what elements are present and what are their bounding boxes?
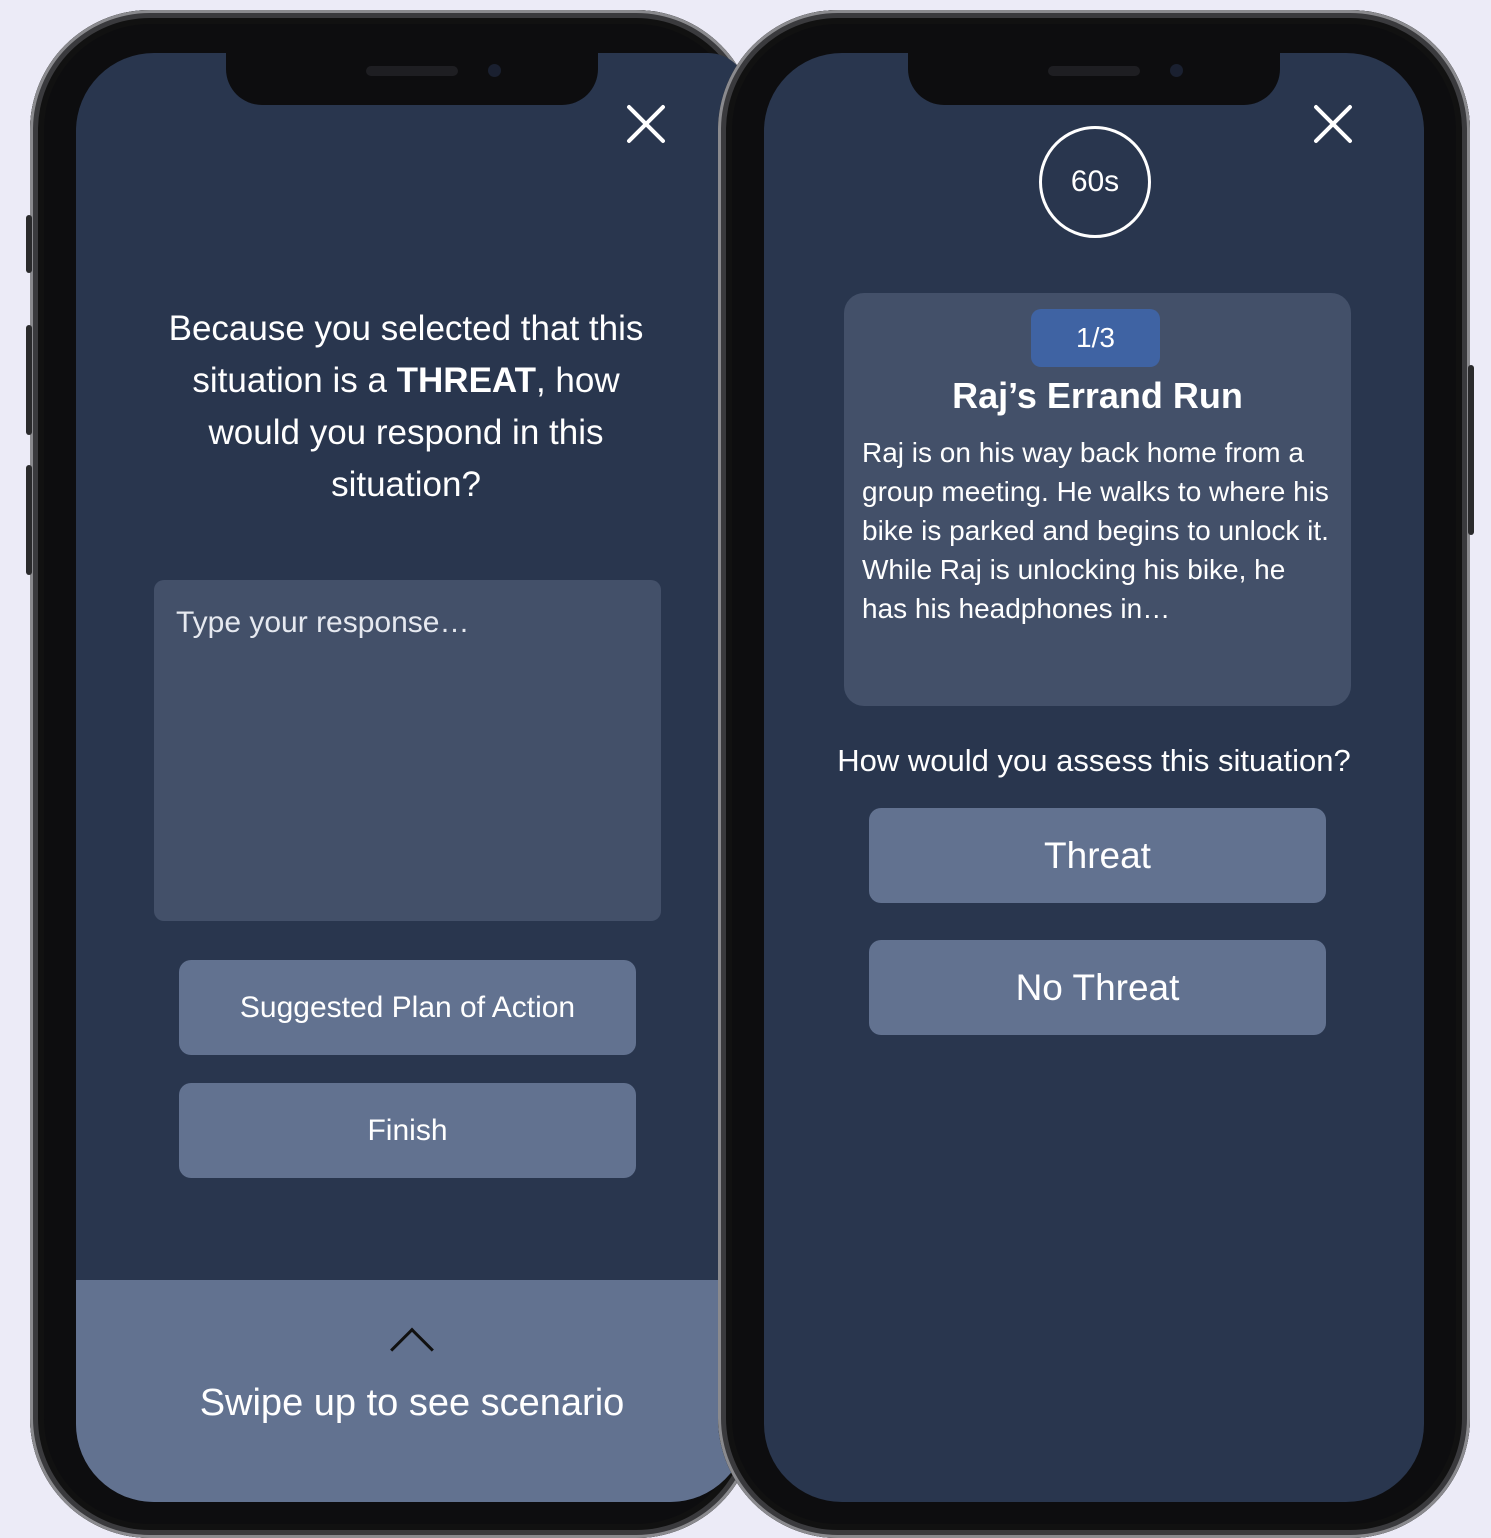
scenario-title: Raj’s Errand Run: [952, 375, 1243, 416]
scenario-body: Raj is on his way back home from a group…: [862, 437, 1329, 624]
scenario-progress-badge: 1/3: [1031, 309, 1160, 367]
front-camera: [1170, 64, 1183, 77]
volume-down-button: [26, 465, 32, 575]
no-threat-button[interactable]: No Threat: [869, 940, 1326, 1035]
prompt-emphasis: THREAT: [396, 361, 536, 400]
scenario-card: 1/3 Raj’s Errand Run Raj is on his way b…: [844, 293, 1351, 706]
assessment-question: How would you assess this situation?: [837, 743, 1351, 778]
response-screen: Because you selected that this situation…: [76, 53, 748, 1502]
swipe-hint: Swipe up to see scenario: [199, 1382, 625, 1424]
notch: [908, 53, 1280, 105]
countdown-timer: 60s: [1039, 126, 1151, 238]
power-button: [1468, 365, 1474, 535]
suggested-plan-button[interactable]: Suggested Plan of Action: [179, 960, 636, 1055]
mute-switch: [26, 215, 32, 273]
swipe-up-panel[interactable]: Swipe up to see scenario: [76, 1280, 748, 1502]
threat-button[interactable]: Threat: [869, 808, 1326, 903]
front-camera: [488, 64, 501, 77]
volume-up-button: [26, 325, 32, 435]
close-icon[interactable]: [1313, 104, 1353, 144]
phone-left: Because you selected that this situation…: [26, 10, 756, 1538]
timer-value: 60s: [1070, 165, 1120, 198]
response-input[interactable]: [154, 580, 661, 921]
response-prompt: Because you selected that this situation…: [166, 303, 646, 511]
speaker: [1048, 66, 1140, 76]
finish-button[interactable]: Finish: [179, 1083, 636, 1178]
phone-right: 60s 1/3 Raj’s Errand Run Raj is on his w…: [718, 10, 1474, 1538]
notch: [226, 53, 598, 105]
assessment-screen: 60s 1/3 Raj’s Errand Run Raj is on his w…: [764, 53, 1424, 1502]
speaker: [366, 66, 458, 76]
close-icon[interactable]: [626, 104, 666, 144]
chevron-up-icon: [390, 1327, 434, 1372]
